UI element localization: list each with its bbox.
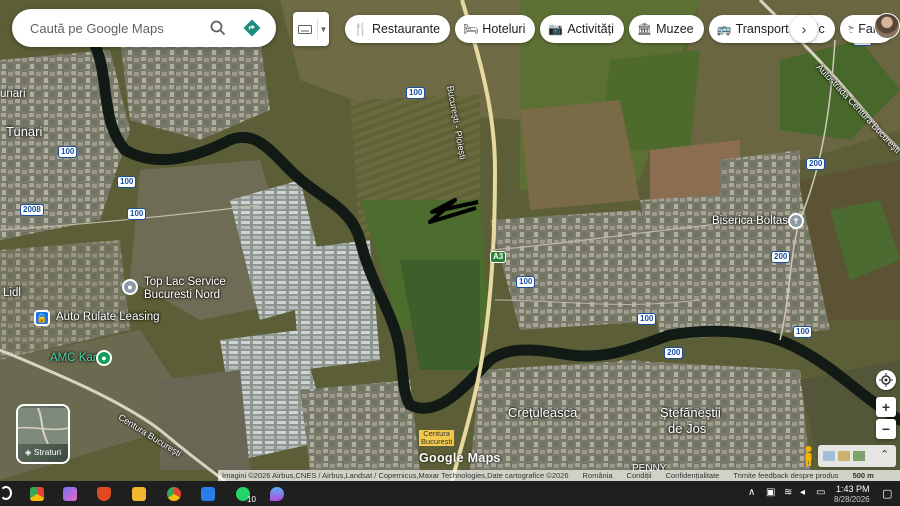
wifi-icon[interactable]: ≋ [784,487,792,498]
bed-icon: 🛏 [463,22,479,36]
fork-knife-icon: 🍴 [353,22,368,36]
place-label-stefanesti-1[interactable]: Ştefăneştii [660,405,721,420]
chip-activitati[interactable]: 📷 Activități [540,15,624,43]
route-shield: 100 [127,208,147,220]
search-input[interactable] [28,19,198,37]
zoom-out-button[interactable]: − [876,419,896,439]
route-shield: 100 [516,276,536,288]
privacy-link[interactable]: Confidențialitate [666,471,720,480]
taskbar: 10 ∧ ▣ ≋ ◂ ▭ 1:43 PM 8/28/2026 ▢ [0,481,900,506]
country-link[interactable]: România [583,471,613,480]
place-label: unari [0,88,26,100]
chip-label: Muzee [656,22,694,36]
chevron-up-icon[interactable]: ⌃ [880,448,889,461]
route-shield: 2008 [20,204,44,216]
chip-label: Hoteluri [482,22,526,36]
church-pin-icon[interactable]: ✝ [788,213,804,229]
layers-button[interactable]: ◈ Straturi [16,404,70,464]
place-label-lidl[interactable]: Lidl [3,287,21,299]
thumbnail[interactable] [853,451,865,461]
satellite-map[interactable]: unari Tunari Lidl ● Top Lac Service Bucu… [0,0,900,481]
notifications-icon[interactable]: ▢ [882,487,892,500]
avatar[interactable] [874,13,900,39]
layers-thumbnail [18,408,68,444]
route-shield: 100 [793,326,813,338]
route-shield: 100 [406,87,426,99]
lock-pin-icon[interactable]: 🔒 [34,310,50,326]
keyboard-icon[interactable] [293,12,317,46]
app-icon[interactable] [201,487,215,501]
chevron-down-icon[interactable]: ▼ [318,25,329,34]
route-shield: 200 [806,158,826,170]
route-shield: 100 [58,146,78,158]
place-label-creteuleasca[interactable]: Creţuleasca [508,405,577,420]
camera-icon: 📷 [548,22,564,36]
route-shield-a3: A3 [490,251,507,263]
poi-label-amc-kart[interactable]: AMC Kart [50,352,100,364]
layers-icon: ◈ [24,447,32,457]
chevron-up-icon[interactable]: ∧ [748,487,755,498]
app-icon[interactable] [270,487,284,501]
chrome-icon[interactable] [167,487,181,501]
google-maps-logo: Google Maps [419,451,501,465]
clock-date[interactable]: 8/28/2026 [834,495,870,504]
poi-label-top-lac-2[interactable]: Bucuresti Nord [144,289,220,301]
chrome-icon[interactable] [30,487,44,501]
imagery-credit: Imagini ©2026 Airbus,CNES / Airbus,Lands… [222,471,569,480]
route-shield: 200 [771,251,791,263]
search-icon[interactable] [204,14,232,42]
chip-label: Activități [567,22,614,36]
thumbnail[interactable] [838,451,850,461]
chip-restaurante[interactable]: 🍴 Restaurante [345,15,451,43]
clock-time[interactable]: 1:43 PM [836,484,870,494]
copilot-icon[interactable] [63,487,77,501]
centura-tag-line-2: București [421,437,453,446]
route-shield: 100 [637,313,657,325]
route-shield: 100 [117,176,137,188]
terms-link[interactable]: Condiții [627,471,652,480]
my-location-button[interactable] [876,370,896,390]
museum-icon: 🏛 [636,22,653,36]
camera-icon[interactable]: ▣ [766,487,775,498]
file-explorer-icon[interactable] [132,487,146,501]
place-label-tunari[interactable]: Tunari [6,124,42,139]
chip-muzee[interactable]: 🏛 Muzee [628,15,704,43]
attribution-bar: Imagini ©2026 Airbus,CNES / Airbus,Lands… [218,470,900,481]
feedback-link[interactable]: Trimite feedback despre produs [733,471,838,480]
imagery-thumbnails[interactable]: ⌃ [818,445,896,467]
poi-label-biserica[interactable]: Biserica Boltasu [712,215,794,227]
apps-grid-icon[interactable] [845,18,859,32]
crosshair-icon [879,373,893,387]
search-box[interactable] [12,9,276,47]
input-tools-button[interactable]: ▼ [293,12,329,46]
place-label-stefanesti-2[interactable]: de Jos [668,421,706,436]
brave-icon[interactable] [97,487,111,501]
location-pin-icon[interactable]: ● [122,279,138,295]
thumbnail[interactable] [823,451,835,461]
chevron-right-icon[interactable]: › [790,15,818,43]
satellite-imagery [0,0,900,481]
layers-label-row: ◈ Straturi [18,447,68,458]
directions-icon[interactable] [238,14,266,42]
search-icon[interactable] [0,486,12,500]
zoom-in-button[interactable]: + [876,397,896,417]
scale-label[interactable]: 500 m [853,471,874,480]
bus-icon: 🚌 [716,22,732,36]
poi-label-auto-rulate[interactable]: Auto Rulate Leasing [56,311,160,323]
centura-tag: Centura București [419,430,455,446]
recreation-pin-icon[interactable]: ● [96,350,112,366]
chip-hoteluri[interactable]: 🛏 Hoteluri [455,15,536,43]
route-shield: 200 [664,347,684,359]
poi-label-top-lac-1[interactable]: Top Lac Service [144,276,226,288]
battery-icon[interactable]: ▭ [816,487,825,498]
speaker-icon[interactable]: ◂ [800,487,805,498]
notification-badge: 10 [247,495,256,504]
layers-label: Straturi [33,447,62,457]
pegman-icon[interactable] [801,445,816,467]
chip-label: Restaurante [371,22,441,36]
